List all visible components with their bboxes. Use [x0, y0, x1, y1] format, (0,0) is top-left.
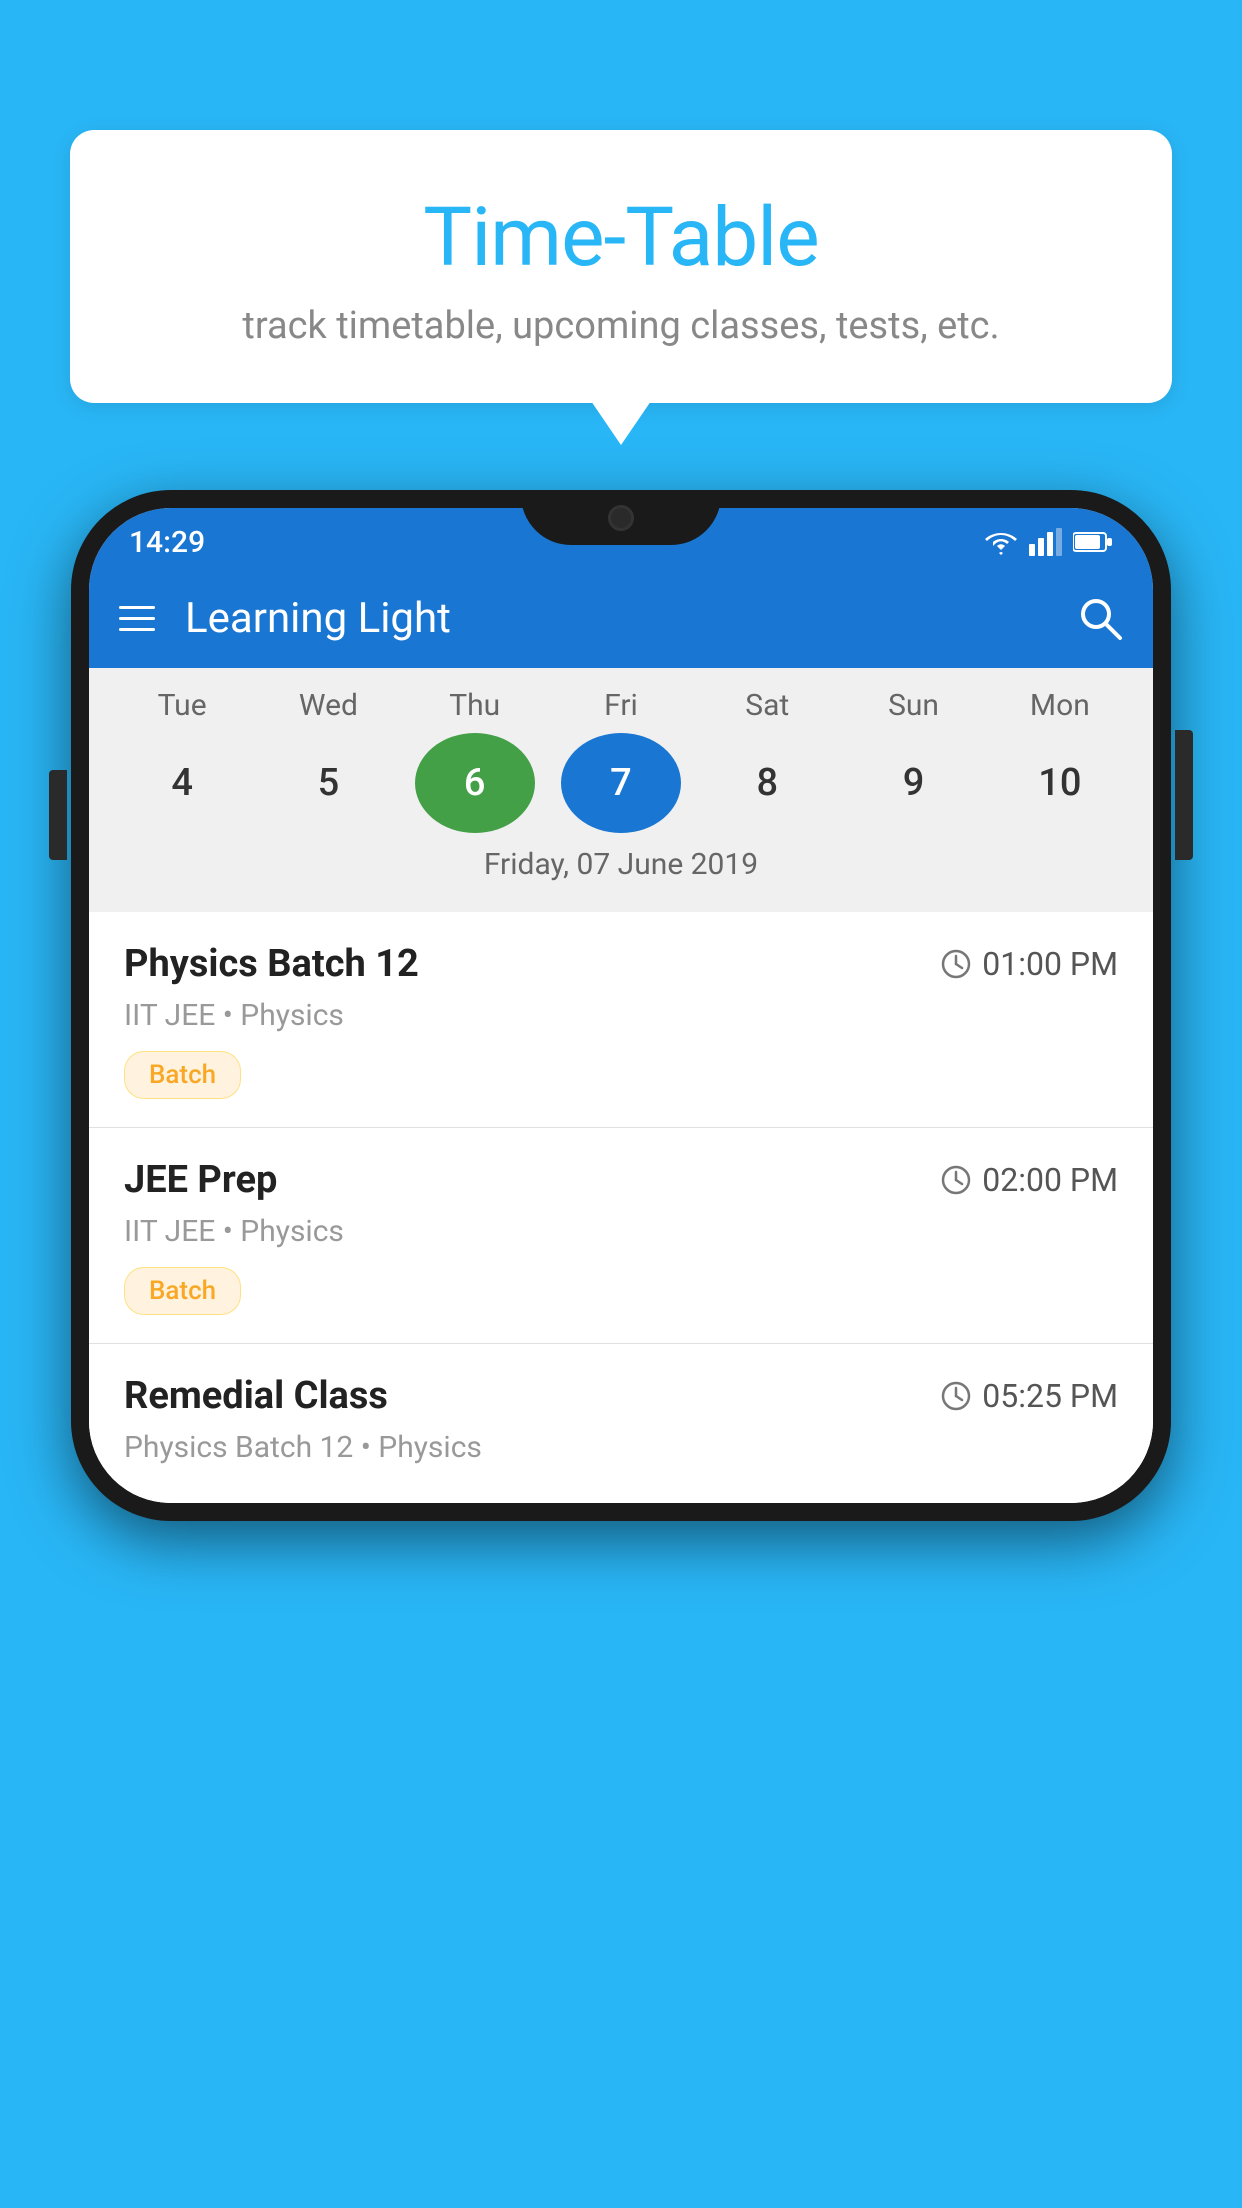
app-bar: Learning Light [89, 568, 1153, 668]
schedule-item-3-header: Remedial Class 05:25 PM [124, 1374, 1118, 1418]
day-header-fri: Fri [561, 688, 681, 723]
front-camera [608, 505, 634, 531]
day-10[interactable]: 10 [1000, 733, 1120, 833]
batch-tag-1: Batch [124, 1051, 241, 1099]
schedule-item-2[interactable]: JEE Prep 02:00 PM IIT JEE • Physics Batc… [89, 1128, 1153, 1344]
tooltip-subtitle: track timetable, upcoming classes, tests… [120, 304, 1122, 348]
schedule-item-3-title: Remedial Class [124, 1374, 388, 1418]
schedule-list: Physics Batch 12 01:00 PM IIT JEE • Phys… [89, 912, 1153, 1503]
day-header-tue: Tue [122, 688, 242, 723]
day-9[interactable]: 9 [854, 733, 974, 833]
schedule-item-2-time: 02:00 PM [940, 1161, 1118, 1199]
schedule-item-3[interactable]: Remedial Class 05:25 PM Physics Batch 12… [89, 1344, 1153, 1503]
day-4[interactable]: 4 [122, 733, 242, 833]
day-numbers: 4 5 6 7 8 9 10 [89, 733, 1153, 833]
schedule-item-3-time: 05:25 PM [940, 1377, 1118, 1415]
wifi-icon [983, 528, 1019, 556]
selected-date: Friday, 07 June 2019 [89, 833, 1153, 902]
schedule-item-3-subtitle: Physics Batch 12 • Physics [124, 1430, 1118, 1465]
schedule-item-1-time: 01:00 PM [940, 945, 1118, 983]
status-time: 14:29 [129, 525, 205, 560]
day-8[interactable]: 8 [707, 733, 827, 833]
phone-screen: 14:29 [89, 508, 1153, 1503]
phone-notch [521, 490, 721, 545]
schedule-item-1[interactable]: Physics Batch 12 01:00 PM IIT JEE • Phys… [89, 912, 1153, 1128]
phone-outer: 14:29 [71, 490, 1171, 1521]
day-5[interactable]: 5 [268, 733, 388, 833]
day-header-thu: Thu [415, 688, 535, 723]
day-header-mon: Mon [1000, 688, 1120, 723]
schedule-item-1-header: Physics Batch 12 01:00 PM [124, 942, 1118, 986]
tooltip-title: Time-Table [120, 190, 1122, 286]
status-icons [983, 528, 1113, 556]
batch-tag-2: Batch [124, 1267, 241, 1315]
clock-icon-3 [940, 1380, 972, 1412]
schedule-item-2-title: JEE Prep [124, 1158, 277, 1202]
calendar-strip: Tue Wed Thu Fri Sat Sun Mon 4 5 6 7 8 9 … [89, 668, 1153, 912]
battery-icon [1073, 531, 1113, 553]
tooltip-container: Time-Table track timetable, upcoming cla… [70, 130, 1172, 403]
schedule-item-2-subtitle: IIT JEE • Physics [124, 1214, 1118, 1249]
day-header-sun: Sun [854, 688, 974, 723]
day-headers: Tue Wed Thu Fri Sat Sun Mon [89, 688, 1153, 723]
clock-icon-2 [940, 1164, 972, 1196]
clock-icon-1 [940, 948, 972, 980]
day-header-sat: Sat [707, 688, 827, 723]
app-title: Learning Light [185, 594, 1077, 643]
day-header-wed: Wed [268, 688, 388, 723]
schedule-item-1-subtitle: IIT JEE • Physics [124, 998, 1118, 1033]
day-6-today[interactable]: 6 [415, 733, 535, 833]
phone-mockup: 14:29 [71, 490, 1171, 1521]
day-7-selected[interactable]: 7 [561, 733, 681, 833]
menu-icon[interactable] [119, 606, 155, 631]
schedule-item-1-title: Physics Batch 12 [124, 942, 419, 986]
tooltip-bubble: Time-Table track timetable, upcoming cla… [70, 130, 1172, 403]
search-icon[interactable] [1077, 595, 1123, 641]
schedule-item-2-header: JEE Prep 02:00 PM [124, 1158, 1118, 1202]
signal-icon [1029, 528, 1063, 556]
